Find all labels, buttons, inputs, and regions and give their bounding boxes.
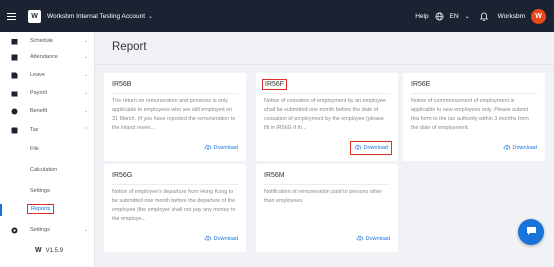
card-title: IR56M — [264, 172, 285, 179]
card-description: Notification of remuneration paid to per… — [264, 189, 383, 204]
leave-icon — [11, 72, 18, 79]
download-label: Download — [512, 145, 537, 151]
cloud-download-icon — [356, 235, 364, 243]
language-selector[interactable]: EN — [450, 13, 459, 20]
download-button[interactable]: Download — [356, 235, 390, 243]
user-name[interactable]: Worksbm — [498, 13, 525, 20]
report-card-ir56f: IR56F Notice of cessation of employment … — [256, 73, 398, 161]
chevron-down-icon: ⌄ — [84, 72, 89, 78]
download-label: Download — [213, 145, 238, 151]
card-title: IR56E — [411, 81, 431, 88]
report-card-ir56b: IR56B The return on remuneration and pen… — [104, 73, 246, 161]
chat-icon — [526, 223, 537, 241]
card-divider — [264, 184, 390, 185]
chevron-down-icon[interactable]: ⌄ — [148, 13, 153, 20]
sidebar-item-label: Settings — [30, 227, 50, 233]
sidebar-subitem-reports[interactable]: Reports — [27, 204, 55, 214]
download-label: Download — [213, 236, 238, 242]
calendar-icon — [11, 38, 18, 45]
brand-logo-icon: W — [35, 247, 42, 254]
chevron-up-icon: ⌃ — [84, 127, 89, 133]
sidebar-item-label: Schedule — [30, 38, 53, 44]
chevron-down-icon: ⌄ — [84, 54, 89, 60]
sidebar-item-label: Attendance — [30, 54, 58, 60]
chevron-down-icon: ⌄ — [84, 227, 89, 233]
card-divider — [112, 93, 238, 94]
sidebar: Schedule ⌄ Attendance ⌄ Leave ⌄ Payroll … — [0, 32, 95, 267]
card-description: Notice of cessation of employment by an … — [264, 98, 386, 131]
cloud-download-icon — [503, 144, 511, 152]
clock-icon — [11, 54, 18, 61]
avatar[interactable]: W — [531, 8, 546, 24]
cloud-download-icon — [354, 144, 362, 152]
sidebar-item-label: Leave — [30, 72, 45, 78]
page-title: Report — [112, 41, 147, 53]
chevron-down-icon: ⌄ — [84, 108, 89, 114]
sidebar-item-benefit[interactable]: Benefit ⌄ — [0, 105, 95, 117]
gear-icon — [11, 227, 18, 234]
sidebar-item-settings[interactable]: Settings ⌄ — [0, 224, 95, 236]
sidebar-subitem-settings[interactable]: Settings — [30, 188, 50, 194]
chevron-down-icon: ⌄ — [84, 90, 89, 96]
card-title: IR56F — [262, 79, 288, 90]
app-logo-icon: W — [28, 9, 41, 23]
help-link[interactable]: Help — [415, 13, 428, 20]
download-label: Download — [363, 145, 388, 151]
sidebar-item-leave[interactable]: Leave ⌄ — [0, 69, 95, 81]
top-bar: W Worksbm Internal Testing Account ⌄ Hel… — [0, 0, 554, 32]
header-divider — [95, 64, 554, 65]
sidebar-item-label: Tax — [30, 127, 39, 133]
chevron-down-icon: ⌄ — [84, 38, 89, 44]
sidebar-item-label: Benefit — [30, 108, 48, 114]
report-card-ir56e: IR56E Notice of commencement of employme… — [403, 73, 545, 161]
report-card-ir56m: IR56M Notification of remuneration paid … — [256, 164, 398, 252]
chat-button[interactable] — [518, 219, 544, 245]
bell-icon[interactable] — [479, 12, 488, 21]
gift-icon — [11, 108, 18, 115]
globe-icon[interactable] — [435, 12, 444, 21]
sidebar-item-payroll[interactable]: Payroll ⌄ — [0, 87, 95, 99]
wallet-icon — [11, 90, 18, 97]
sidebar-item-tax[interactable]: Tax ⌃ — [0, 124, 95, 136]
version-info: W V1.5.9 — [35, 247, 63, 254]
download-button[interactable]: Download — [349, 141, 392, 155]
chevron-down-icon[interactable]: ⌄ — [465, 13, 470, 20]
report-card-ir56g: IR56G Notice of employee's departure fro… — [104, 164, 246, 252]
sidebar-item-attendance[interactable]: Attendance ⌄ — [0, 51, 95, 63]
account-name[interactable]: Worksbm Internal Testing Account — [47, 13, 145, 20]
card-divider — [411, 93, 537, 94]
sidebar-subitem-file[interactable]: File — [30, 146, 39, 152]
download-label: Download — [365, 236, 390, 242]
version-label: V1.5.9 — [45, 247, 63, 254]
cloud-download-icon — [204, 144, 212, 152]
cloud-download-icon — [204, 235, 212, 243]
tax-icon — [11, 127, 18, 134]
menu-icon[interactable] — [0, 0, 22, 32]
sidebar-subitem-calculation[interactable]: Calculation — [30, 167, 57, 173]
download-button[interactable]: Download — [503, 144, 537, 152]
card-divider — [264, 93, 390, 94]
sidebar-item-label: Payroll — [30, 90, 47, 96]
card-description: The return on remuneration and pensions … — [112, 98, 236, 131]
card-description: Notice of employee's departure from Hong… — [112, 189, 236, 222]
active-indicator — [0, 204, 2, 216]
download-button[interactable]: Download — [204, 235, 238, 243]
card-description: Notice of commencement of employment is … — [411, 98, 529, 131]
card-title: IR56G — [112, 172, 133, 179]
card-divider — [112, 184, 238, 185]
sidebar-item-schedule[interactable]: Schedule ⌄ — [0, 35, 95, 47]
card-title: IR56B — [112, 81, 132, 88]
download-button[interactable]: Download — [204, 144, 238, 152]
